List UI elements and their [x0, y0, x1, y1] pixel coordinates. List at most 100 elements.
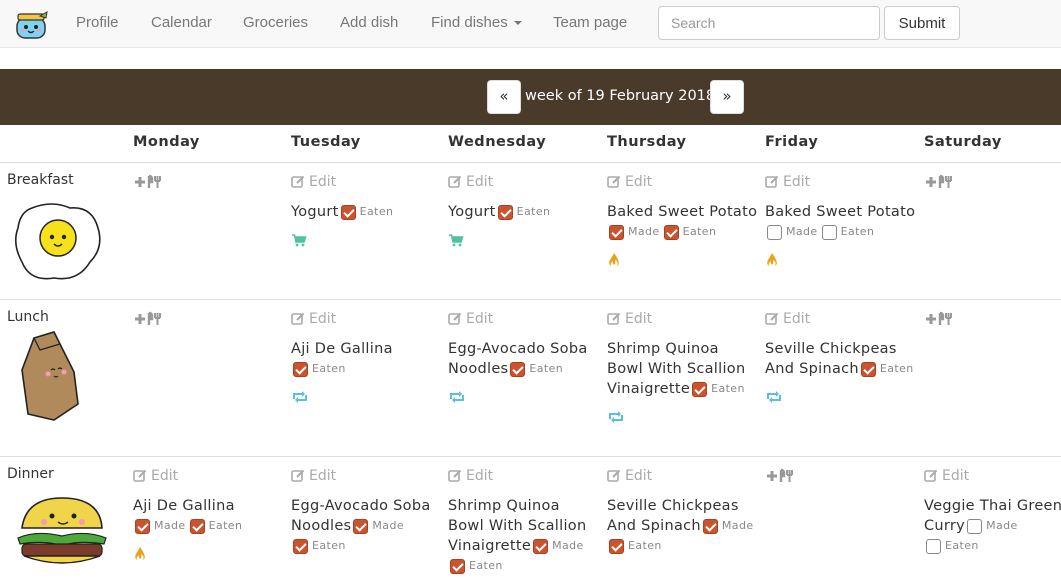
eaten-checkbox[interactable]: Eaten — [189, 516, 243, 536]
checkbox-checked[interactable] — [533, 538, 549, 554]
checkbox-checked[interactable] — [860, 361, 876, 377]
checkbox-checked[interactable] — [663, 224, 679, 240]
checkbox-checked[interactable] — [497, 204, 513, 220]
edit-button[interactable]: Edit — [607, 466, 759, 486]
edit-icon[interactable] — [448, 312, 462, 326]
edit-icon[interactable] — [765, 175, 779, 189]
add-meal-icon[interactable] — [765, 468, 795, 484]
add-meal-icon[interactable] — [924, 311, 954, 327]
edit-button[interactable]: Edit — [765, 309, 917, 329]
made-checkbox[interactable]: Made — [353, 516, 404, 536]
edit-button[interactable]: Edit — [607, 172, 759, 192]
edit-button[interactable]: Edit — [448, 309, 600, 329]
add-meal-button[interactable] — [765, 466, 917, 486]
repeat-icon[interactable] — [765, 390, 783, 404]
eaten-checkbox[interactable]: Eaten — [293, 359, 346, 379]
edit-button[interactable]: Edit — [448, 172, 600, 192]
checkbox-checked[interactable] — [609, 224, 624, 240]
add-meal-button[interactable] — [924, 172, 1061, 192]
edit-icon[interactable] — [291, 175, 305, 189]
edit-icon[interactable] — [448, 469, 462, 483]
add-meal-icon[interactable] — [133, 311, 163, 327]
edit-button[interactable]: Edit — [924, 466, 1061, 486]
logo-icon[interactable] — [14, 10, 48, 40]
checkbox-checked[interactable] — [189, 518, 205, 534]
repeat-icon[interactable] — [448, 390, 466, 404]
checkbox-checked[interactable] — [609, 538, 624, 554]
edit-icon[interactable] — [448, 175, 462, 189]
eaten-checkbox[interactable]: Eaten — [926, 536, 979, 556]
nav-profile[interactable]: Profile — [76, 14, 119, 31]
edit-button[interactable]: Edit — [291, 309, 443, 329]
prev-week-button[interactable]: « — [487, 80, 521, 114]
dish-name[interactable]: Yogurt Eaten — [448, 202, 600, 222]
eaten-checkbox[interactable]: Eaten — [497, 202, 551, 222]
checkbox-checked[interactable] — [510, 361, 526, 377]
checkbox-unchecked[interactable] — [821, 224, 837, 240]
edit-icon[interactable] — [924, 469, 938, 483]
checkbox-checked[interactable] — [340, 204, 356, 220]
checkbox-checked[interactable] — [702, 518, 718, 534]
nav-find-dishes[interactable]: Find dishes — [431, 14, 522, 31]
eaten-checkbox[interactable]: Eaten — [340, 202, 394, 222]
edit-button[interactable]: Edit — [765, 172, 917, 192]
dish-name[interactable]: Yogurt Eaten — [291, 202, 443, 222]
search-input[interactable] — [658, 6, 880, 40]
made-checkbox[interactable]: Made — [767, 222, 818, 242]
edit-icon[interactable] — [607, 175, 621, 189]
dish-name[interactable]: Seville Chickpeas And Spinach Eaten — [765, 339, 917, 379]
edit-button[interactable]: Edit — [291, 466, 443, 486]
dish-name[interactable]: Seville Chickpeas And Spinach Made Eaten — [607, 496, 759, 556]
fire-icon[interactable] — [133, 546, 147, 562]
add-meal-button[interactable] — [133, 172, 285, 192]
made-checkbox[interactable]: Made — [533, 536, 584, 556]
dish-name[interactable]: Shrimp Quinoa Bowl With Scallion Vinaigr… — [607, 339, 759, 399]
eaten-checkbox[interactable]: Eaten — [860, 359, 914, 379]
cart-icon[interactable] — [291, 233, 307, 247]
edit-icon[interactable] — [133, 469, 147, 483]
edit-icon[interactable] — [607, 469, 621, 483]
checkbox-checked[interactable] — [293, 538, 308, 554]
eaten-checkbox[interactable]: Eaten — [663, 222, 717, 242]
checkbox-checked[interactable] — [692, 381, 708, 397]
repeat-icon[interactable] — [607, 410, 625, 424]
edit-button[interactable]: Edit — [133, 466, 285, 486]
add-meal-button[interactable] — [924, 309, 1061, 329]
submit-button[interactable]: Submit — [884, 6, 960, 40]
add-meal-icon[interactable] — [133, 174, 163, 190]
nav-team-page[interactable]: Team page — [553, 14, 627, 31]
eaten-checkbox[interactable]: Eaten — [609, 536, 662, 556]
eaten-checkbox[interactable]: Eaten — [450, 556, 503, 576]
checkbox-checked[interactable] — [450, 558, 465, 574]
nav-groceries[interactable]: Groceries — [243, 14, 308, 31]
fire-icon[interactable] — [765, 252, 779, 268]
eaten-checkbox[interactable]: Eaten — [692, 379, 745, 399]
edit-icon[interactable] — [291, 469, 305, 483]
nav-calendar[interactable]: Calendar — [151, 14, 212, 31]
dish-name[interactable]: Shrimp Quinoa Bowl With Scallion Vinaigr… — [448, 496, 600, 576]
dish-name[interactable]: Egg-Avocado Soba Noodles Eaten — [448, 339, 600, 379]
dish-name[interactable]: Veggie Thai Green Curry Made Eaten — [924, 496, 1061, 556]
add-meal-icon[interactable] — [924, 174, 954, 190]
eaten-checkbox[interactable]: Eaten — [293, 536, 346, 556]
edit-button[interactable]: Edit — [448, 466, 600, 486]
cart-icon[interactable] — [448, 233, 464, 247]
checkbox-unchecked[interactable] — [967, 518, 983, 534]
nav-add-dish[interactable]: Add dish — [340, 14, 398, 31]
checkbox-unchecked[interactable] — [926, 538, 941, 554]
checkbox-unchecked[interactable] — [767, 224, 782, 240]
checkbox-checked[interactable] — [353, 518, 369, 534]
add-meal-button[interactable] — [133, 309, 285, 329]
fire-icon[interactable] — [607, 252, 621, 268]
dish-name[interactable]: Aji De Gallina Made Eaten — [133, 496, 285, 536]
edit-button[interactable]: Edit — [291, 172, 443, 192]
edit-button[interactable]: Edit — [607, 309, 759, 329]
eaten-checkbox[interactable]: Eaten — [821, 222, 875, 242]
edit-icon[interactable] — [291, 312, 305, 326]
checkbox-checked[interactable] — [293, 361, 308, 377]
edit-icon[interactable] — [607, 312, 621, 326]
made-checkbox[interactable]: Made — [135, 516, 186, 536]
checkbox-checked[interactable] — [135, 518, 150, 534]
dish-name[interactable]: Egg-Avocado Soba Noodles Made Eaten — [291, 496, 443, 556]
made-checkbox[interactable]: Made — [609, 222, 660, 242]
